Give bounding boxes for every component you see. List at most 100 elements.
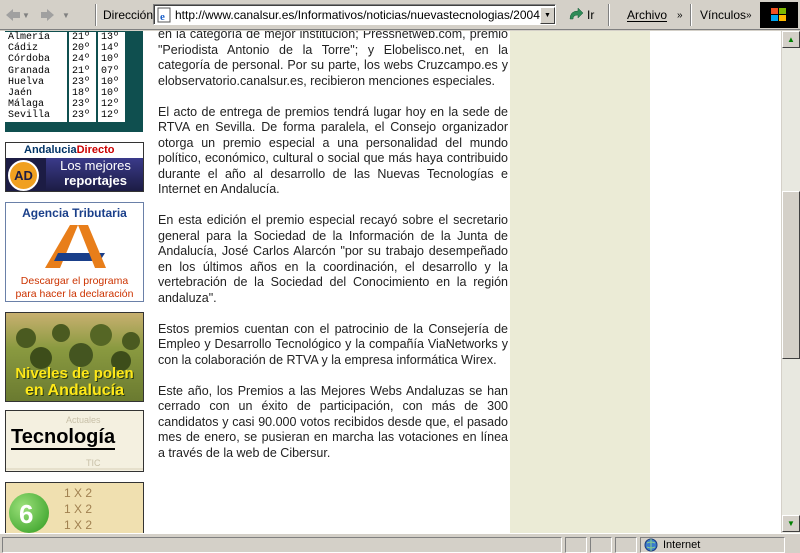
weather-city: Sevilla	[5, 110, 67, 122]
globe-icon	[644, 538, 658, 552]
status-bar: Internet	[0, 533, 800, 553]
lottery-ball-icon: 6	[9, 493, 49, 533]
vinculos-label: Vínculos	[700, 8, 747, 22]
vertical-scrollbar[interactable]: ▲ ▼	[781, 31, 800, 533]
weather-city: Almería	[5, 32, 67, 44]
weather-city: Córdoba	[5, 54, 67, 66]
agencia-line2: para hacer la declaración	[15, 288, 134, 300]
address-bar[interactable]: e http://www.canalsur.es/Informativos/no…	[153, 4, 556, 25]
scroll-thumb[interactable]	[782, 191, 800, 359]
weather-table: Almería 21º 13º Cádiz 20º 14º Córdoba 24º 10º Gra…	[5, 31, 143, 132]
weather-min: 10º	[98, 87, 125, 100]
weather-row: Sevilla 23º 12º	[5, 110, 143, 122]
weather-min: 12º	[98, 99, 125, 111]
browser-toolbar: ▼ ▼ Dirección e http://www.canalsur.es/I…	[0, 0, 800, 30]
status-pane-3	[615, 537, 637, 553]
banner-andalucia-directo[interactable]: AndaluciaDirecto AD Los mejores reportaj…	[5, 142, 144, 192]
status-main-pane	[2, 537, 562, 553]
weather-city: Granada	[5, 65, 67, 77]
weather-min: 12º	[98, 110, 125, 122]
scroll-up-icon[interactable]: ▲	[782, 31, 800, 48]
ad-line2: reportajes	[64, 173, 127, 188]
weather-min: 14º	[98, 43, 125, 55]
archivo-label: Archivo	[627, 8, 668, 22]
lottery-ball-number: 6	[19, 499, 34, 529]
weather-city: Huelva	[5, 76, 67, 88]
ad-logo-icon: AD	[8, 160, 39, 191]
weather-max: 24º	[69, 54, 96, 66]
weather-max: 23º	[69, 110, 96, 122]
windows-logo-icon	[760, 2, 798, 28]
status-zone-pane: Internet	[640, 537, 785, 553]
svg-text:TIC: TIC	[86, 458, 101, 468]
weather-max: 20º	[69, 43, 96, 55]
ad-line1: Los mejores	[60, 158, 131, 173]
weather-row: Huelva 23º 10º	[5, 76, 143, 88]
weather-city: Málaga	[5, 99, 67, 111]
weather-city: Jaén	[5, 87, 67, 100]
svg-text:e: e	[160, 11, 165, 23]
weather-max: 21º	[69, 32, 96, 44]
go-button[interactable]: Ir	[567, 4, 594, 26]
banner-polen[interactable]: Niveles de polen en Andalucía	[5, 312, 144, 402]
article-paragraph: en la categoría de mejor institución; Pr…	[158, 31, 508, 88]
forward-dropdown[interactable]: ▼	[62, 4, 74, 26]
ad-logo-text: AD	[14, 168, 33, 183]
ad-title-b: Directo	[76, 144, 115, 156]
forward-arrow-icon	[41, 9, 54, 21]
weather-row: Cádiz 20º 14º	[5, 43, 143, 55]
weather-city: Cádiz	[5, 43, 67, 55]
weather-row: Almería 21º 13º	[5, 32, 143, 44]
article-paragraph: En esta edición el premio especial recay…	[158, 213, 508, 305]
chevron-icon[interactable]: »	[677, 4, 683, 26]
address-url: http://www.canalsur.es/Informativos/noti…	[175, 7, 556, 22]
agencia-line1: Descargar el programa	[20, 275, 129, 287]
ad-title-a: Andalucia	[24, 144, 77, 156]
svg-text:1 X 2: 1 X 2	[64, 502, 92, 516]
right-margin	[650, 31, 781, 533]
status-pane-1	[565, 537, 587, 553]
svg-text:1 X 2: 1 X 2	[64, 518, 92, 532]
scroll-down-icon[interactable]: ▼	[782, 515, 800, 532]
back-button[interactable]: ▼	[4, 4, 36, 26]
weather-min: 07º	[98, 65, 125, 77]
agencia-title: Agencia Tributaria	[22, 206, 127, 220]
svg-text:1 X 2: 1 X 2	[64, 486, 92, 500]
go-arrow-icon	[569, 7, 584, 20]
links-button[interactable]: Vínculos	[700, 4, 746, 26]
weather-max: 23º	[69, 99, 96, 111]
ie-page-icon: e	[157, 7, 171, 23]
banner-tecnologia[interactable]: Actuales TIC Tecnología	[5, 410, 144, 472]
article-paragraph: El acto de entrega de premios tendrá lug…	[158, 104, 508, 197]
weather-max: 18º	[69, 87, 96, 100]
weather-row: Jaén 18º 10º	[5, 87, 143, 100]
tecnologia-title: Tecnología	[11, 426, 116, 450]
address-label: Dirección	[103, 4, 153, 26]
article-body: en la categoría de mejor institución; Pr…	[155, 31, 510, 533]
status-zone-text: Internet	[663, 539, 701, 551]
go-label: Ir	[587, 8, 595, 22]
banner-loteria[interactable]: 6 1 X 2 1 X 2 1 X 2	[5, 482, 144, 533]
address-label-text: Dirección	[103, 8, 154, 22]
weather-row: Granada 21º 07º	[5, 65, 143, 77]
polen-line1: Niveles de polen	[15, 365, 134, 382]
weather-max: 23º	[69, 76, 96, 88]
polen-line2: en Andalucía	[25, 382, 124, 399]
article-paragraph: Estos premios cuentan con el patrocinio …	[158, 321, 508, 367]
menu-archivo[interactable]: Archivo	[627, 4, 667, 26]
agencia-logo-icon	[45, 225, 106, 268]
links-chevron-icon[interactable]: »	[746, 4, 752, 26]
forward-button[interactable]	[40, 4, 60, 26]
weather-min: 10º	[98, 54, 125, 66]
back-arrow-icon	[6, 9, 20, 21]
weather-max: 21º	[69, 65, 96, 77]
page-content: Almería 21º 13º Cádiz 20º 14º Córdoba 24º 10º Gra…	[0, 31, 781, 533]
banner-agencia-tributaria[interactable]: Agencia Tributaria Descargar el programa…	[5, 202, 144, 302]
weather-min: 10º	[98, 76, 125, 88]
article-paragraph: Este año, los Premios a las Mejores Webs…	[158, 383, 508, 460]
weather-row: Málaga 23º 12º	[5, 99, 143, 111]
address-dropdown[interactable]: ▼	[540, 7, 555, 24]
left-sidebar: Almería 21º 13º Cádiz 20º 14º Córdoba 24º 10º Gra…	[0, 31, 155, 533]
svg-text:Actuales: Actuales	[66, 415, 101, 425]
weather-row: Córdoba 24º 10º	[5, 54, 143, 66]
